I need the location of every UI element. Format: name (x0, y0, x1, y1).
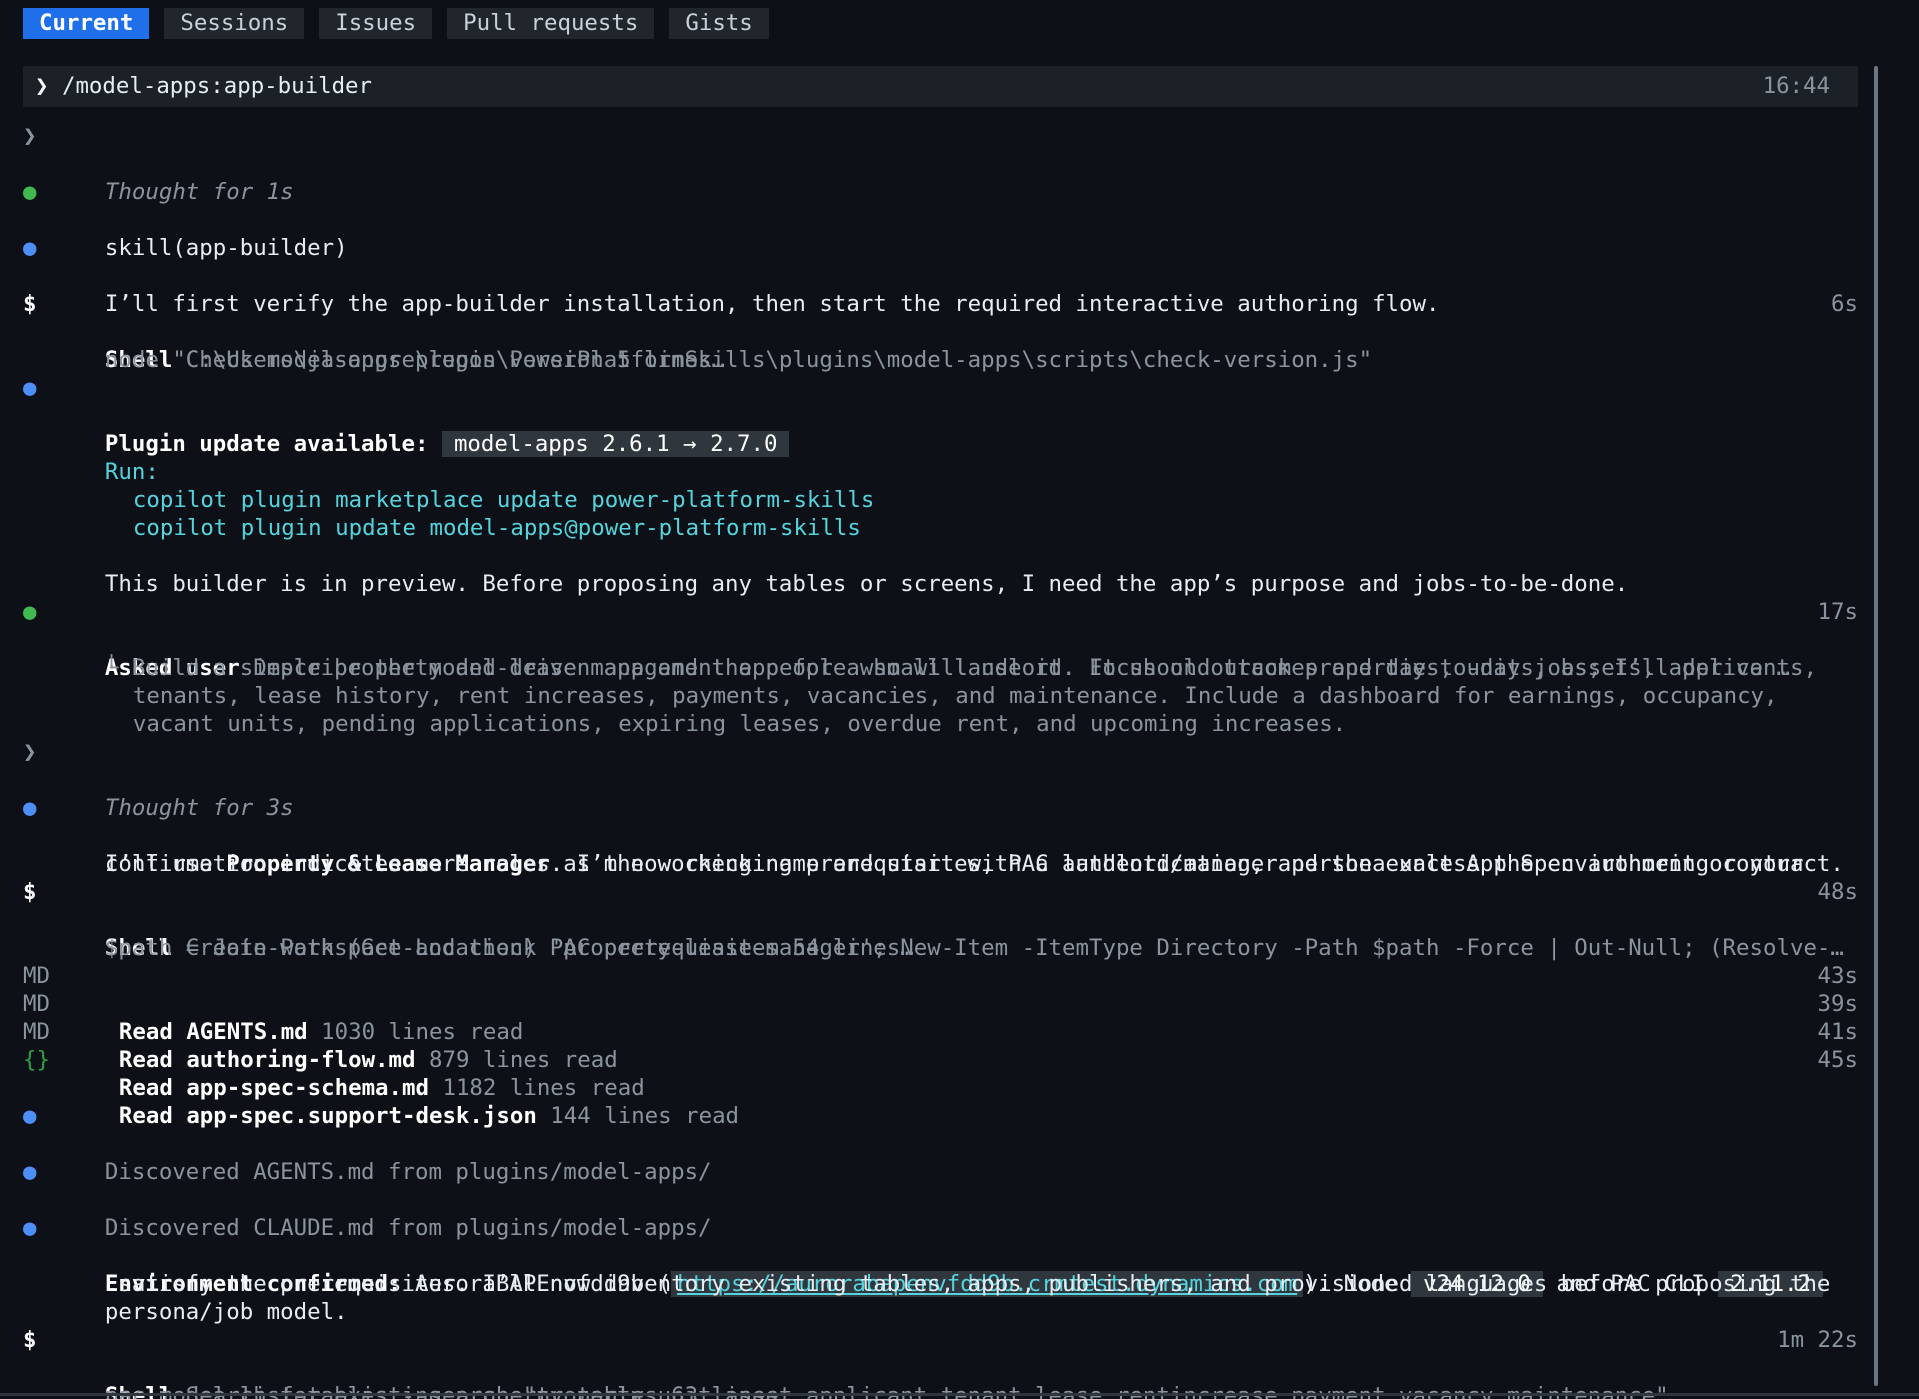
run-command-text: copilot plugin update model-apps@power-p… (132, 515, 861, 541)
answer-line: vacant units, pending applications, expi… (23, 682, 1858, 737)
answer-line: tenants, lease history, rent increases, … (23, 654, 1858, 709)
info-dot-icon: ● (23, 795, 37, 821)
run-command-2: copilot plugin update model-apps@power-p… (23, 486, 1858, 541)
preview-note: This builder is in preview. Before propo… (23, 542, 1858, 597)
shell-command-text: $path = Join-Path (Get-Location) 'proper… (104, 935, 1844, 961)
asked-user-row[interactable]: ● Asked user Describe the model-driven a… (23, 598, 1858, 681)
chevron-right-icon: ❯ (23, 739, 37, 765)
read-duration: 43s (1817, 963, 1858, 989)
read-info: 1182 lines read (428, 1075, 645, 1101)
shell-command: pac model list-tables --search "property… (23, 1354, 1858, 1399)
answer-line: └ Build a simple property and lease mana… (23, 626, 1858, 681)
read-duration: 41s (1817, 1019, 1858, 1045)
environment-text: persona/job model. (104, 1299, 348, 1325)
environment-row: ● Environment confirmed: AuroraBAPEnvfdd… (23, 1214, 1858, 1297)
shell-row[interactable]: $ Shell Check model-apps plugin version … (23, 290, 1858, 373)
assistant-message: ● I’ll first verify the app-builder inst… (23, 234, 1858, 317)
markdown-file-icon: MD (23, 1019, 50, 1045)
plugin-update-row: ● Plugin update available: model-apps 2.… (23, 374, 1858, 457)
info-dot-icon: ● (23, 235, 37, 261)
assistant-message-line: confirmation indicates more roles. I’m n… (23, 822, 1858, 877)
shell-command-text: node "C:\Users\jasongre\repos\PowerPlatf… (104, 347, 1373, 373)
shell-dollar-icon: $ (23, 291, 37, 317)
tab-pull-requests[interactable]: Pull requests (447, 8, 655, 39)
markdown-file-icon: MD (23, 991, 50, 1017)
shell-dollar-icon: $ (23, 1327, 37, 1353)
shell-duration: 48s (1817, 879, 1858, 905)
read-row[interactable]: MD Read AGENTS.md 1030 lines read 43s (23, 962, 1858, 1045)
success-dot-icon: ● (23, 599, 37, 625)
info-dot-icon: ● (23, 375, 37, 401)
tab-bar: Current Sessions Issues Pull requests Gi… (23, 8, 769, 39)
shell-duration: 1m 22s (1777, 1327, 1858, 1353)
read-row[interactable]: {} Read app-spec.support-desk.json 144 l… (23, 1046, 1858, 1129)
prompt-command-text: /model-apps:app-builder (61, 73, 373, 99)
bottom-divider (0, 1393, 1919, 1396)
shell-row[interactable]: $ Shell Search for existing property tab… (23, 1326, 1858, 1399)
chevron-right-icon: ❯ (23, 123, 37, 149)
run-label-row: Run: (23, 430, 1858, 485)
prompt-chevron-icon: ❯ (35, 73, 49, 99)
message-text: confirmation indicates more roles. I’m n… (104, 851, 1844, 877)
shell-command: $path = Join-Path (Get-Location) 'proper… (23, 906, 1858, 961)
run-command-1: copilot plugin marketplace update power-… (23, 458, 1858, 513)
environment-line: satisfy the prerequisites. I’ll now inve… (23, 1242, 1858, 1297)
tab-current[interactable]: Current (23, 8, 150, 39)
answer-text-3: vacant units, pending applications, expi… (132, 711, 1347, 737)
read-file: app-spec-schema.md (186, 1075, 429, 1101)
discovered-row: ● Discovered CLAUDE.md from plugins/mode… (23, 1158, 1858, 1241)
read-duration: 45s (1817, 1047, 1858, 1073)
prompt-time: 16:44 (1762, 73, 1830, 99)
discovered-row: ● Discovered AGENTS.md from plugins/mode… (23, 1102, 1858, 1185)
scrollbar[interactable] (1874, 66, 1878, 1386)
shell-command-text: pac model list-tables --search "property… (104, 1383, 1669, 1399)
skill-row: ● skill(app-builder) (23, 178, 1858, 261)
read-duration: 39s (1817, 991, 1858, 1017)
tab-issues[interactable]: Issues (319, 8, 433, 39)
shell-command: node "C:\Users\jasongre\repos\PowerPlatf… (23, 318, 1858, 373)
info-dot-icon: ● (23, 1103, 37, 1129)
tab-gists[interactable]: Gists (669, 8, 769, 39)
environment-line: persona/job model. (23, 1270, 1858, 1325)
read-row[interactable]: MD Read authoring-flow.md 879 lines read… (23, 990, 1858, 1073)
shell-duration: 6s (1831, 291, 1858, 317)
asked-duration: 17s (1817, 599, 1858, 625)
json-file-icon: {} (23, 1047, 50, 1073)
read-verb: Read (118, 1075, 173, 1101)
info-dot-icon: ● (23, 1215, 37, 1241)
prompt-bar: ❯ /model-apps:app-builder 16:44 (23, 66, 1858, 107)
success-dot-icon: ● (23, 179, 37, 205)
thought-row[interactable]: ❯ Thought for 3s (23, 738, 1858, 821)
shell-row[interactable]: $ Shell Create workspace and check PAC p… (23, 878, 1858, 961)
transcript: ❯ /model-apps:app-builder 16:44 ❯ Though… (23, 66, 1858, 1399)
markdown-file-icon: MD (23, 963, 50, 989)
read-row[interactable]: MD Read app-spec-schema.md 1182 lines re… (23, 1018, 1858, 1101)
info-dot-icon: ● (23, 1159, 37, 1185)
preview-note-text: This builder is in preview. Before propo… (104, 571, 1629, 597)
shell-dollar-icon: $ (23, 879, 37, 905)
thought-row[interactable]: ❯ Thought for 1s (23, 122, 1858, 205)
assistant-message: ● I’ll use Property & Lease Manager as t… (23, 794, 1858, 877)
tab-sessions[interactable]: Sessions (164, 8, 305, 39)
